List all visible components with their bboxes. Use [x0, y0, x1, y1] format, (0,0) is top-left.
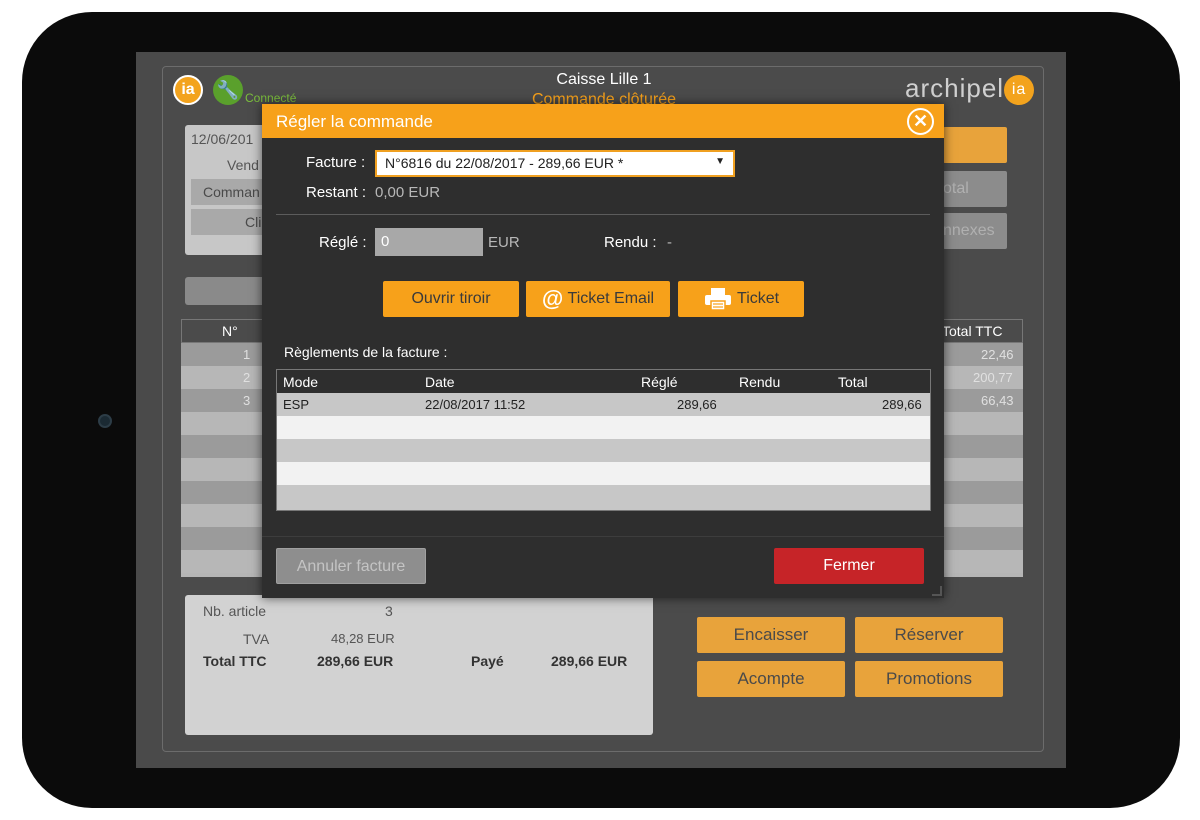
regle-label: Réglé :	[319, 234, 367, 251]
cell-mode: ESP	[283, 397, 310, 412]
cell-date: 22/08/2017 11:52	[425, 397, 526, 412]
table-row	[277, 485, 930, 510]
ticket-email-label: Ticket Email	[567, 290, 655, 308]
total-ttc-value: 289,66 EUR	[317, 653, 394, 669]
brand-name: archipel	[905, 73, 1005, 103]
col-mode: Mode	[283, 374, 319, 390]
facture-value: N°6816 du 22/08/2017 - 289,66 EUR *	[385, 155, 624, 171]
payments-title: Règlements de la facture :	[284, 344, 448, 360]
restant-value: 0,00 EUR	[375, 184, 441, 201]
table-row[interactable]: ESP 22/08/2017 11:52 289,66 289,66	[277, 393, 930, 416]
facture-label: Facture :	[306, 154, 366, 171]
payment-modal: Régler la commande ✕ Facture : N°6816 du…	[262, 104, 944, 598]
close-button[interactable]: Fermer	[774, 548, 924, 584]
brand-logo: archipel ia	[905, 73, 1035, 106]
table-row	[277, 462, 930, 485]
col-num: N°	[222, 323, 238, 339]
chevron-down-icon: ▼	[715, 156, 725, 167]
row-total: 66,43	[981, 393, 1014, 408]
rendu-label: Rendu :	[604, 234, 657, 251]
paid-label: Payé	[471, 653, 504, 669]
regle-input[interactable]: 0	[375, 228, 483, 256]
cell-regle: 289,66	[677, 397, 717, 412]
row-total: 22,46	[981, 347, 1014, 362]
action-button-top[interactable]	[943, 127, 1007, 163]
row-num: 2	[243, 370, 251, 385]
table-row	[277, 439, 930, 462]
promotions-button[interactable]: Promotions	[855, 661, 1003, 697]
rendu-value: -	[667, 234, 672, 251]
summary-box: Nb. article 3 TVA 48,28 EUR Total TTC 28…	[185, 595, 653, 735]
paid-value: 289,66 EUR	[551, 653, 628, 669]
ticket-label: Ticket	[737, 290, 780, 308]
acompte-button[interactable]: Acompte	[697, 661, 845, 697]
col-regle: Réglé	[641, 374, 678, 390]
row-num: 1	[243, 347, 251, 362]
separator	[276, 214, 930, 215]
total-ttc-label: Total TTC	[203, 653, 267, 669]
payments-table: Mode Date Réglé Rendu Total ESP 22/08/20…	[276, 369, 931, 511]
modal-title: Régler la commande	[276, 112, 433, 131]
order-date: 12/06/201	[191, 131, 254, 147]
col-total: Total TTC	[942, 323, 1003, 339]
ticket-button[interactable]: Ticket	[678, 281, 804, 317]
facture-select[interactable]: N°6816 du 22/08/2017 - 289,66 EUR * ▼	[375, 150, 735, 177]
ticket-email-button[interactable]: @ Ticket Email	[526, 281, 670, 317]
col-date: Date	[425, 374, 455, 390]
cell-total: 289,66	[882, 397, 922, 412]
nb-article-value: 3	[385, 603, 393, 619]
col-rendu: Rendu	[739, 374, 781, 390]
resize-grip-icon[interactable]	[932, 586, 942, 596]
modal-header: Régler la commande ✕	[262, 104, 944, 138]
annexes-button[interactable]: nnexes	[943, 213, 1007, 249]
table-row	[277, 416, 930, 439]
tva-value: 48,28 EUR	[331, 631, 395, 646]
payments-table-header: Mode Date Réglé Rendu Total	[277, 370, 930, 393]
reserver-button[interactable]: Réserver	[855, 617, 1003, 653]
restant-label: Restant :	[306, 184, 367, 201]
cancel-invoice-button[interactable]: Annuler facture	[276, 548, 426, 584]
regle-unit: EUR	[488, 234, 520, 251]
brand-suffix-icon: ia	[1004, 75, 1035, 106]
footer-divider	[262, 536, 944, 537]
close-circle-icon[interactable]: ✕	[907, 108, 934, 135]
col-total: Total	[838, 374, 868, 390]
total-button[interactable]: otal	[943, 171, 1007, 207]
at-icon: @	[541, 286, 564, 311]
nb-article-label: Nb. article	[203, 603, 267, 619]
encaisser-button[interactable]: Encaisser	[697, 617, 845, 653]
row-num: 3	[243, 393, 251, 408]
open-drawer-button[interactable]: Ouvrir tiroir	[383, 281, 519, 317]
vendor-label: Vend	[227, 157, 259, 173]
printer-icon	[703, 281, 733, 317]
toolbar-button[interactable]	[185, 277, 265, 305]
camera-icon	[98, 414, 112, 428]
tva-label: TVA	[243, 631, 270, 647]
row-total: 200,77	[973, 370, 1013, 385]
